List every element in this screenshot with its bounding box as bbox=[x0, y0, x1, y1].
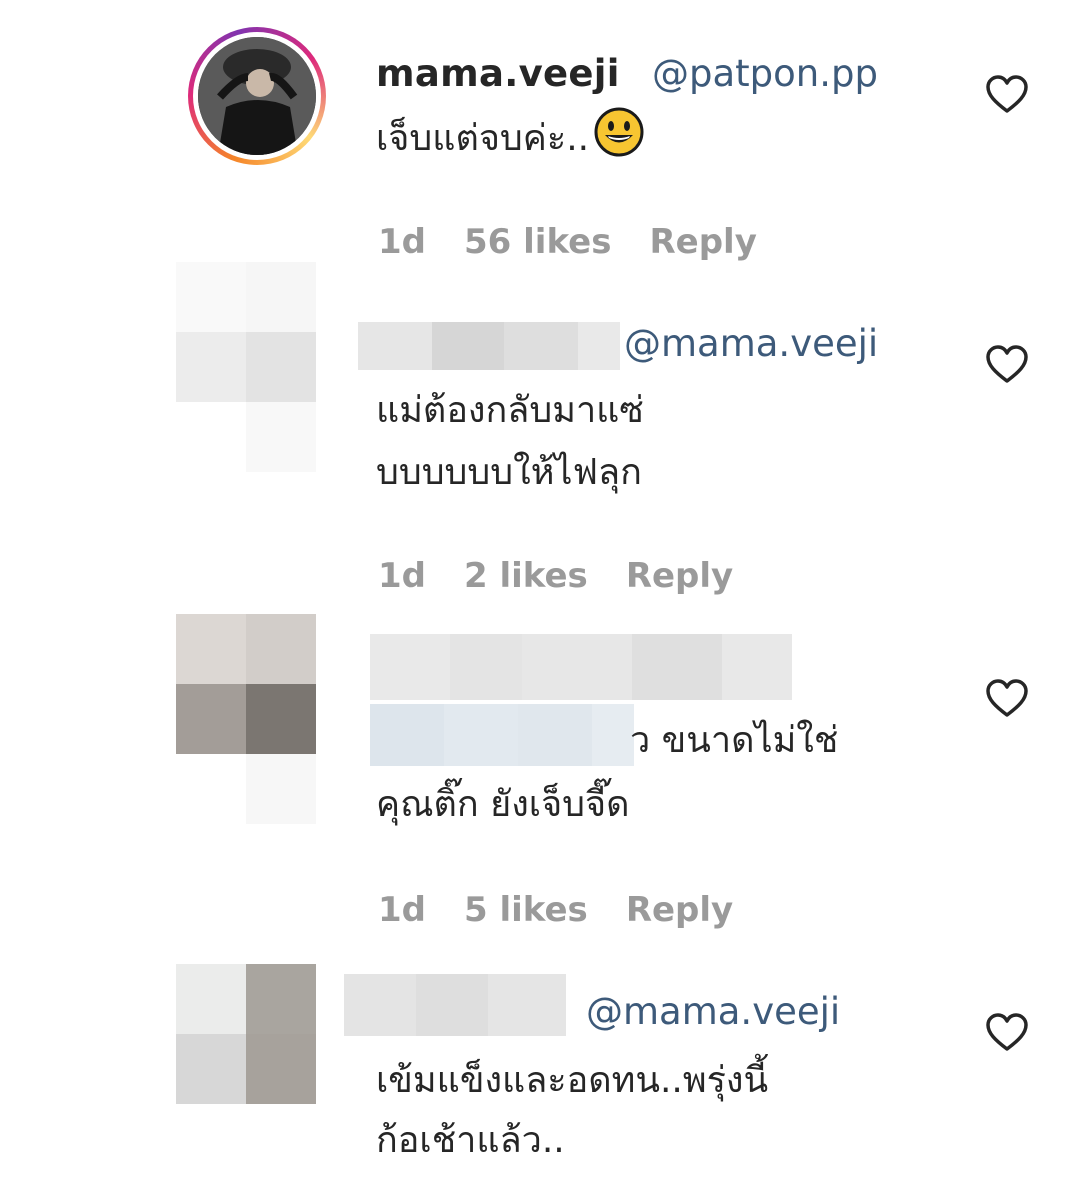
comment-time: 1d bbox=[378, 556, 426, 596]
comment-text-line: เข้มแข็งและอดทน..พรุ่งนี้ bbox=[376, 1060, 769, 1101]
reply-button[interactable]: Reply bbox=[626, 556, 733, 596]
heart-outline-icon[interactable] bbox=[985, 74, 1029, 114]
comment-username-redacted[interactable] bbox=[358, 322, 620, 370]
comment-meta: 1d 2 likes Reply bbox=[378, 556, 771, 596]
comment-text-line: เจ็บแต่จบค่ะ.. bbox=[376, 118, 590, 159]
avatar[interactable] bbox=[176, 964, 316, 1104]
reply-button[interactable]: Reply bbox=[649, 222, 756, 262]
comment-text-line: ว ขนาดไม่ใช่ bbox=[630, 720, 839, 761]
comment-likes[interactable]: 2 likes bbox=[464, 556, 588, 596]
comment-text-line: คุณติ๊ก ยังเจ็บจี๊ด bbox=[376, 784, 630, 825]
comment-mention[interactable]: @patpon.pp bbox=[652, 52, 878, 95]
avatar[interactable] bbox=[176, 614, 316, 824]
comment-text-redacted bbox=[370, 704, 634, 766]
comment-text: เจ็บแต่จบค่ะ.. bbox=[376, 106, 645, 172]
comment-likes[interactable]: 5 likes bbox=[464, 890, 588, 930]
comment-text-line: ก้อเช้าแล้ว.. bbox=[376, 1120, 565, 1161]
comment-username-redacted[interactable] bbox=[370, 634, 792, 700]
heart-outline-icon[interactable] bbox=[985, 1012, 1029, 1052]
comment-time: 1d bbox=[378, 890, 426, 930]
comment-time: 1d bbox=[378, 222, 426, 262]
comment-username[interactable]: mama.veeji bbox=[376, 52, 620, 95]
avatar-story-ring[interactable] bbox=[188, 27, 326, 165]
avatar bbox=[198, 37, 316, 155]
comment-mention[interactable]: @mama.veeji bbox=[624, 322, 878, 365]
reply-button[interactable]: Reply bbox=[626, 890, 733, 930]
heart-outline-icon[interactable] bbox=[985, 678, 1029, 718]
comment-likes[interactable]: 56 likes bbox=[464, 222, 611, 262]
avatar[interactable] bbox=[176, 262, 316, 472]
comment-meta: 1d 56 likes Reply bbox=[378, 222, 795, 262]
comment-meta: 1d 5 likes Reply bbox=[378, 890, 771, 930]
comment-text-line: บบบบบบให้ไฟลุก bbox=[376, 452, 642, 493]
comment-text-line: แม่ต้องกลับมาแซ่ bbox=[376, 390, 644, 431]
comment-mention[interactable]: @mama.veeji bbox=[586, 990, 840, 1033]
grinning-face-emoji-icon bbox=[593, 106, 645, 158]
heart-outline-icon[interactable] bbox=[985, 344, 1029, 384]
comment-username-redacted[interactable] bbox=[344, 974, 566, 1036]
